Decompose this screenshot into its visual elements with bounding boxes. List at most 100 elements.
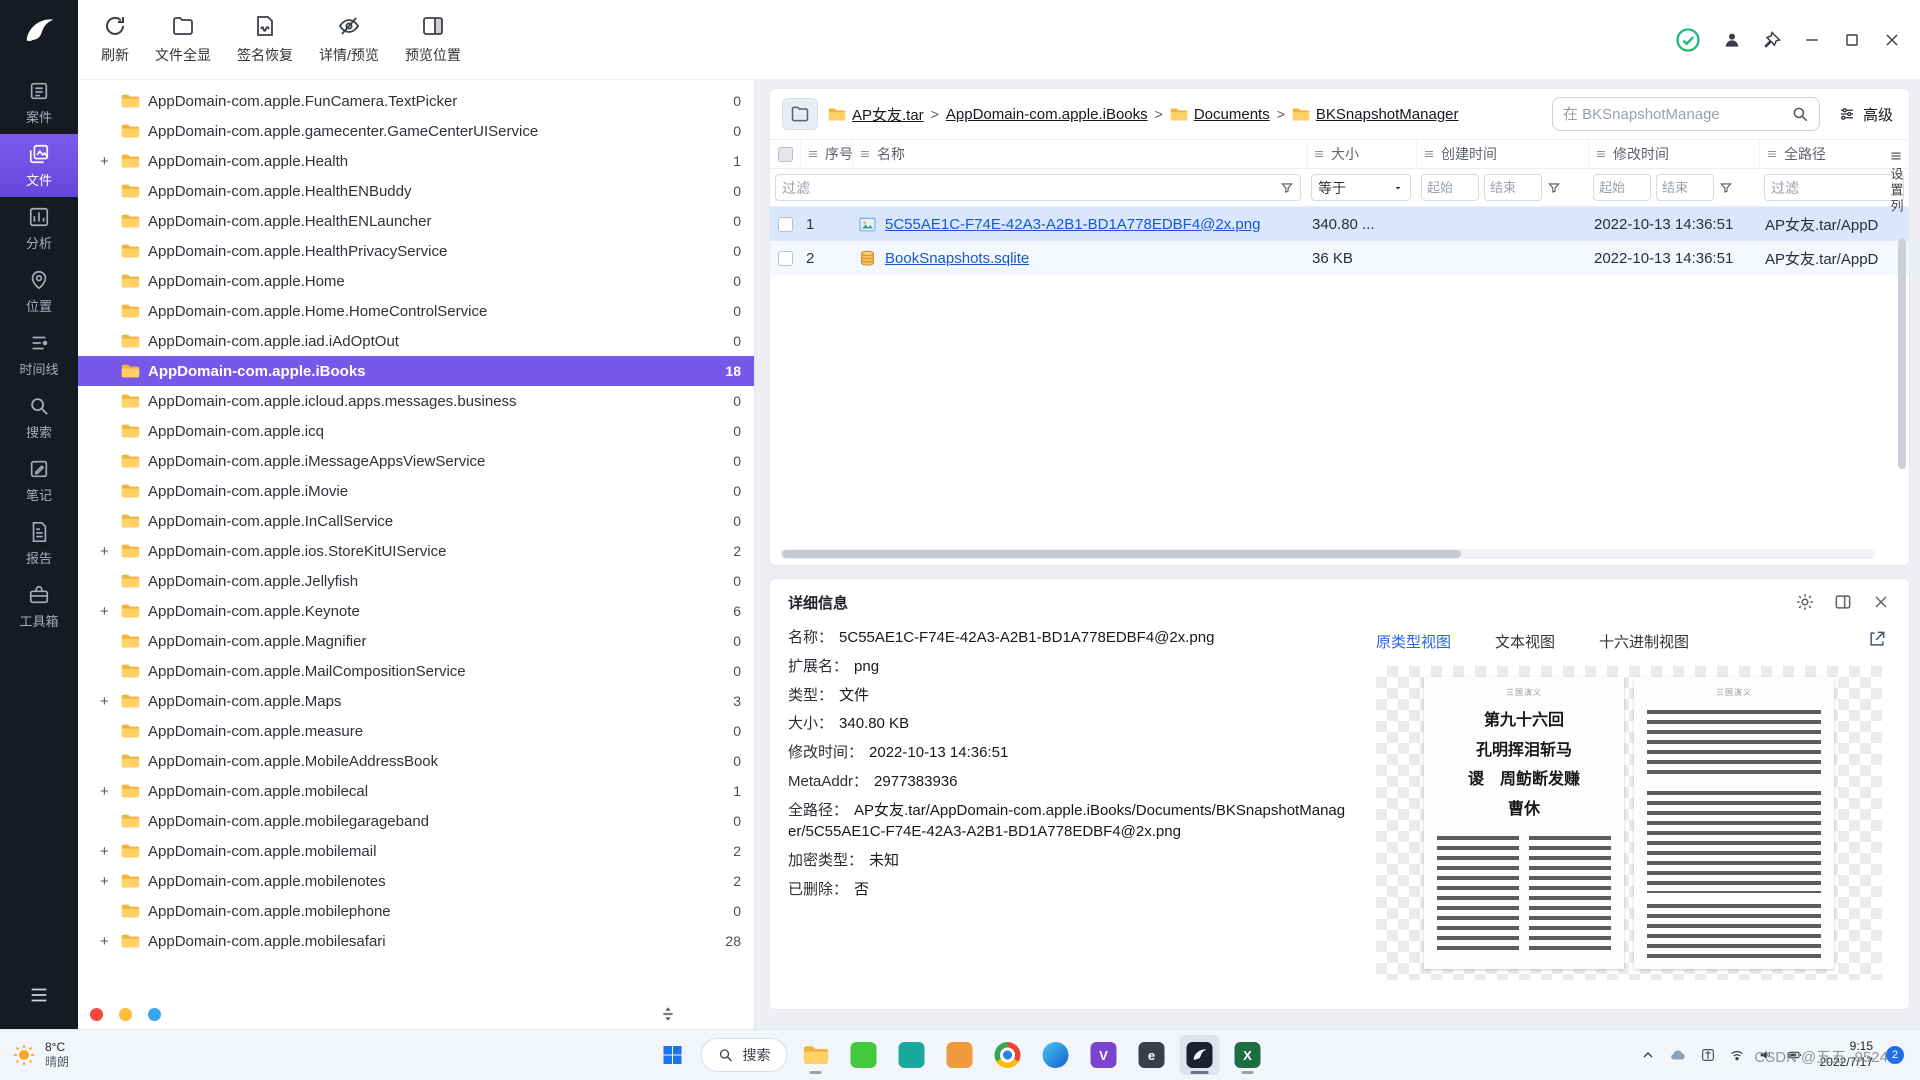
dark-app-icon[interactable]: e — [1132, 1035, 1172, 1075]
table-row[interactable]: 2 BookSnapshots.sqlite 36 KB 2022-10-13 … — [770, 241, 1909, 275]
tree-item[interactable]: AppDomain-com.apple.gamecenter.GameCente… — [78, 116, 754, 146]
breadcrumb-item[interactable]: AppDomain-com.apple.iBooks — [946, 106, 1148, 123]
tree-item[interactable]: + AppDomain-com.apple.mobilenotes 2 — [78, 866, 754, 896]
select-all-checkbox[interactable] — [778, 147, 793, 162]
preview-tab[interactable]: 原类型视图 — [1376, 631, 1451, 652]
person-icon[interactable] — [1722, 30, 1742, 50]
tree-item[interactable]: AppDomain-com.apple.Home.HomeControlServ… — [78, 296, 754, 326]
gear-icon[interactable] — [1795, 592, 1815, 612]
breadcrumb-item[interactable]: AP女友.tar — [828, 104, 924, 125]
external-link-icon[interactable] — [1867, 629, 1887, 649]
sidebar-item-analysis[interactable]: 分析 — [0, 197, 78, 260]
modified-end-input[interactable] — [1656, 174, 1714, 201]
teams-chat-icon[interactable] — [892, 1035, 932, 1075]
tree-item[interactable]: AppDomain-com.apple.HealthENBuddy 0 — [78, 176, 754, 206]
taskbar-search[interactable]: 搜索 — [701, 1038, 788, 1072]
sidebar-item-search[interactable]: 搜索 — [0, 386, 78, 449]
preview-tab[interactable]: 十六进制视图 — [1599, 631, 1689, 652]
name-filter-input[interactable] — [782, 180, 1276, 196]
tree-item[interactable]: + AppDomain-com.apple.mobilesafari 28 — [78, 926, 754, 956]
tree-item[interactable]: + AppDomain-com.apple.Maps 3 — [78, 686, 754, 716]
vertical-scrollbar[interactable] — [1898, 239, 1906, 469]
expand-icon[interactable]: + — [100, 603, 121, 620]
ime-icon[interactable] — [1700, 1047, 1716, 1063]
expand-icon[interactable]: + — [100, 153, 121, 170]
notification-badge[interactable]: 2 — [1886, 1046, 1904, 1064]
tree-item[interactable]: AppDomain-com.apple.FunCamera.TextPicker… — [78, 86, 754, 116]
tree-item[interactable]: AppDomain-com.apple.Magnifier 0 — [78, 626, 754, 656]
file-link[interactable]: 5C55AE1C-F74E-42A3-A2B1-BD1A778EDBF4@2x.… — [885, 216, 1260, 233]
sidebar-item-location[interactable]: 位置 — [0, 260, 78, 323]
tree-item[interactable]: AppDomain-com.apple.Jellyfish 0 — [78, 566, 754, 596]
preview-position-button[interactable]: 预览位置 — [392, 0, 474, 79]
close-icon[interactable] — [1882, 30, 1902, 50]
pin-icon[interactable] — [1762, 30, 1782, 50]
tray-expand-icon[interactable] — [1640, 1047, 1656, 1063]
status-dot-blue[interactable] — [148, 1008, 161, 1021]
expand-icon[interactable]: + — [100, 693, 121, 710]
tree-item[interactable]: AppDomain-com.apple.measure 0 — [78, 716, 754, 746]
tree-item[interactable]: AppDomain-com.apple.iMovie 0 — [78, 476, 754, 506]
expand-icon[interactable]: + — [100, 873, 121, 890]
sidebar-item-timeline[interactable]: 时间线 — [0, 323, 78, 386]
details-close-icon[interactable] — [1871, 592, 1891, 612]
tree-item[interactable]: AppDomain-com.apple.HealthPrivacyService… — [78, 236, 754, 266]
file-explorer-icon[interactable] — [796, 1035, 836, 1075]
sidebar-item-toolbox[interactable]: 工具箱 — [0, 575, 78, 638]
expand-icon[interactable]: + — [100, 783, 121, 800]
tree-item[interactable]: AppDomain-com.apple.MailCompositionServi… — [78, 656, 754, 686]
sidebar-item-case[interactable]: 案件 — [0, 71, 78, 134]
orange-folder-app-icon[interactable] — [940, 1035, 980, 1075]
excel-icon[interactable]: X — [1228, 1035, 1268, 1075]
speaker-icon[interactable] — [1758, 1047, 1774, 1063]
root-folder-button[interactable] — [782, 98, 818, 130]
tree-item[interactable]: + AppDomain-com.apple.Keynote 6 — [78, 596, 754, 626]
preview-tab[interactable]: 文本视图 — [1495, 631, 1555, 652]
tree-item[interactable]: AppDomain-com.apple.iad.iAdOptOut 0 — [78, 326, 754, 356]
edge-icon[interactable] — [1036, 1035, 1076, 1075]
expand-icon[interactable]: + — [100, 543, 121, 560]
breadcrumb-item[interactable]: Documents — [1170, 106, 1270, 123]
tree-item[interactable]: AppDomain-com.apple.mobilegarageband 0 — [78, 806, 754, 836]
panel-toggle-icon[interactable] — [1833, 592, 1853, 612]
tree-item[interactable]: AppDomain-com.apple.InCallService 0 — [78, 506, 754, 536]
advanced-search-button[interactable]: 高级 — [1838, 104, 1893, 125]
tree-item[interactable]: AppDomain-com.apple.icloud.apps.messages… — [78, 386, 754, 416]
row-checkbox[interactable] — [778, 217, 793, 232]
tree-item[interactable]: + AppDomain-com.apple.ios.StoreKitUIServ… — [78, 536, 754, 566]
forensic-app-icon[interactable] — [1180, 1035, 1220, 1075]
file-link[interactable]: BookSnapshots.sqlite — [885, 250, 1029, 267]
sidebar-item-files[interactable]: 文件 — [0, 134, 78, 197]
tree-item[interactable]: AppDomain-com.apple.icq 0 — [78, 416, 754, 446]
column-header[interactable]: 创建时间 — [1416, 140, 1588, 168]
expand-icon[interactable]: + — [100, 843, 121, 860]
created-start-input[interactable] — [1421, 174, 1479, 201]
column-header[interactable]: 序号 — [800, 140, 852, 168]
status-dot-red[interactable] — [90, 1008, 103, 1021]
signature-recovery-button[interactable]: 签名恢复 — [224, 0, 306, 79]
wifi-icon[interactable] — [1729, 1047, 1745, 1063]
chrome-icon[interactable] — [988, 1035, 1028, 1075]
funnel-icon[interactable] — [1280, 181, 1294, 195]
row-checkbox[interactable] — [778, 251, 793, 266]
path-filter-input[interactable] — [1771, 180, 1897, 196]
column-header[interactable]: 名称 — [852, 140, 1306, 168]
table-row[interactable]: 1 5C55AE1C-F74E-42A3-A2B1-BD1A778EDBF4@2… — [770, 207, 1909, 241]
wechat-icon[interactable] — [844, 1035, 884, 1075]
taskbar-clock[interactable]: 9:15 2022/7/17 — [1820, 1039, 1873, 1070]
funnel-icon[interactable] — [1719, 181, 1733, 195]
tree-item[interactable]: + AppDomain-com.apple.mobilecal 1 — [78, 776, 754, 806]
column-header[interactable]: 修改时间 — [1588, 140, 1759, 168]
min-icon[interactable] — [1802, 30, 1822, 50]
tree-item[interactable]: AppDomain-com.apple.MobileAddressBook 0 — [78, 746, 754, 776]
taskbar-weather[interactable]: 8°C 晴朗 — [0, 1040, 250, 1070]
horizontal-scrollbar[interactable] — [780, 549, 1875, 559]
search-input[interactable] — [1563, 106, 1785, 123]
tree-item[interactable]: AppDomain-com.apple.iMessageAppsViewServ… — [78, 446, 754, 476]
max-icon[interactable] — [1842, 30, 1862, 50]
breadcrumb-item[interactable]: BKSnapshotManager — [1292, 106, 1459, 123]
start-button[interactable] — [653, 1035, 693, 1075]
splitter-handle[interactable] — [660, 1006, 676, 1027]
tree-item[interactable]: + AppDomain-com.apple.Health 1 — [78, 146, 754, 176]
show-all-files-button[interactable]: 文件全显 — [142, 0, 224, 79]
